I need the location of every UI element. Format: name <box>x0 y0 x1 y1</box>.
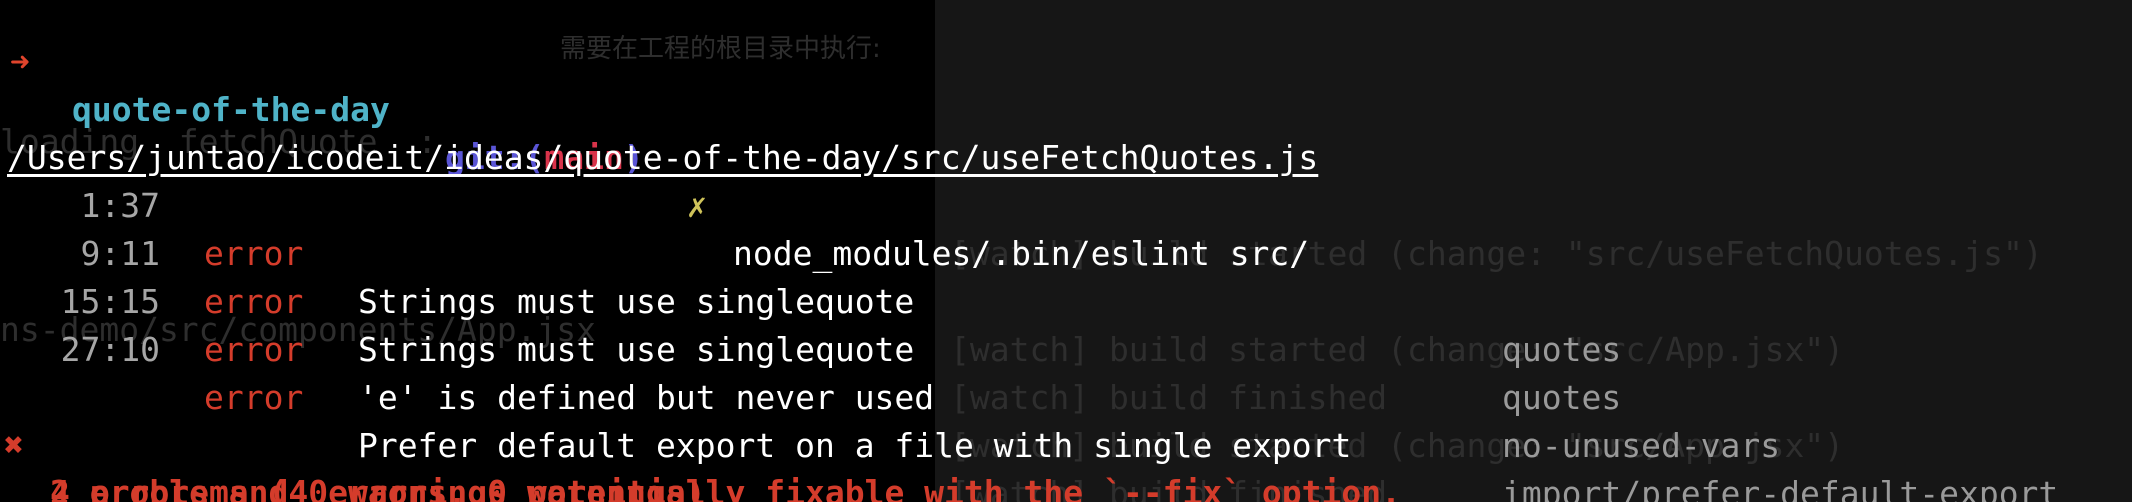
problem-message: Strings must use singlequote <box>358 330 915 369</box>
problem-rule: quotes <box>1502 330 1622 369</box>
problem-row: 27:10 error Prefer default export on a f… <box>0 278 2132 502</box>
problem-position: 27:10 <box>60 330 160 369</box>
fixable-line: 2 errors and 0 warnings potentially fixa… <box>0 421 2132 502</box>
fixable-note: 2 errors and 0 warnings potentially fixa… <box>50 473 1402 502</box>
problem-row: 15:15 error 'e' is defined but never use… <box>0 230 2132 465</box>
prompt-line: ➜ quote-of-the-day git:(main) ✗ node_mod… <box>0 0 2132 273</box>
file-path-line: /Users/juntao/icodeit/ideas/quote-of-the… <box>0 86 2132 177</box>
terminal-window[interactable]: 需要在工程的根目录中执行: loading fetchQuote : ns-de… <box>0 0 2132 502</box>
problem-row: 9:11 error Strings must use singlequote … <box>0 182 2132 417</box>
prompt-arrow-icon: ➜ <box>10 42 30 81</box>
background-watch-line: [watch] build started (change: "src/App.… <box>950 330 1845 369</box>
problem-severity: error <box>204 330 304 369</box>
summary-line: ✖ 4 problems (4 errors, 0 warnings) <box>0 373 2132 502</box>
problem-row: 1:37 error Strings must use singlequote … <box>0 134 2132 369</box>
problem-rule: import/prefer-default-export <box>1502 474 2059 502</box>
